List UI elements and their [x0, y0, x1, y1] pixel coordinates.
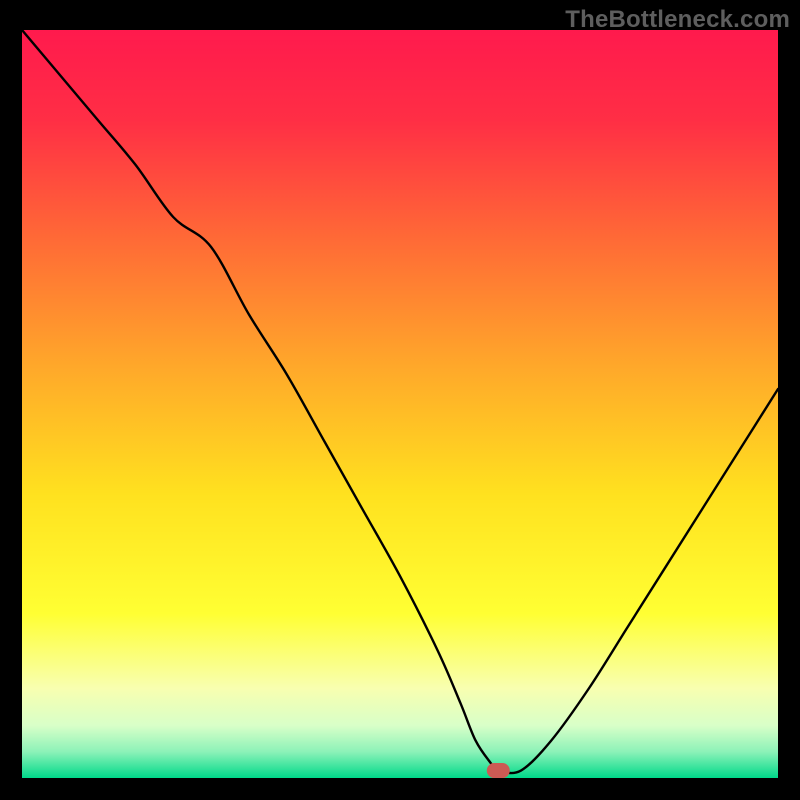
watermark-text: TheBottleneck.com — [565, 6, 790, 34]
chart-frame: TheBottleneck.com — [0, 0, 800, 800]
gradient-background — [22, 30, 778, 778]
plot-area — [22, 30, 778, 778]
plot-svg — [22, 30, 778, 778]
optimal-marker — [487, 764, 509, 778]
